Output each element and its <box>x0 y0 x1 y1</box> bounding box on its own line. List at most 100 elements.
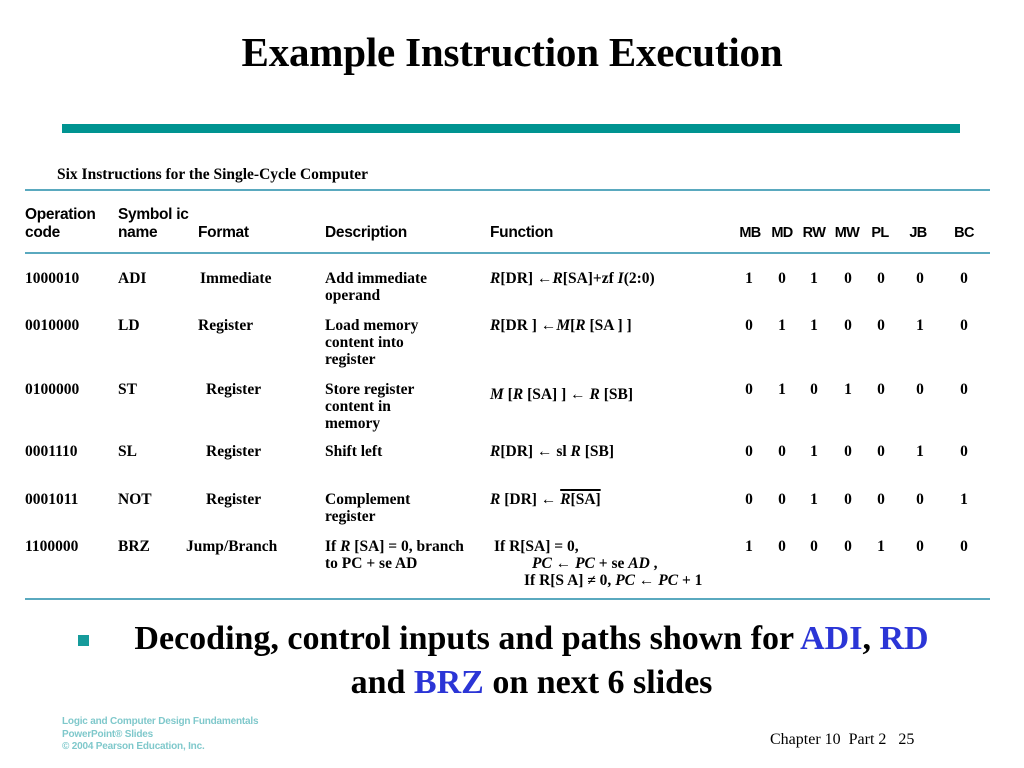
table-row: 0010000 <box>25 317 80 334</box>
table-row: ADI <box>118 270 147 287</box>
bullet-highlight-rd: RD <box>879 620 929 657</box>
footer-credit-line-1: Logic and Computer Design Fundamentals <box>62 716 259 727</box>
table-row: Register <box>206 381 262 398</box>
footer-credit-line-2: PowerPoint® Slides <box>62 728 154 740</box>
column-header-rw: RW <box>802 225 826 241</box>
table-cell-bit: 1 <box>745 270 753 287</box>
table-cell-bit: 0 <box>916 491 924 508</box>
table-cell-bit: 0 <box>844 491 852 508</box>
table-row: Shift left <box>325 443 383 460</box>
bullet-item-text: Decoding, control inputs and paths shown… <box>104 617 959 705</box>
footer-credit: Logic and Computer Design Fundamentals P… <box>62 716 259 754</box>
table-cell-bit: 0 <box>778 270 786 287</box>
bullet-text-part1: Decoding, control inputs and paths shown… <box>134 620 801 657</box>
table-cell-bit: 0 <box>778 491 786 508</box>
table-cell-bit: 0 <box>916 270 924 287</box>
table-cell-bit: 1 <box>778 381 786 398</box>
table-row-function: R[DR] ←R[SA]+zf I(2:0) <box>490 270 655 287</box>
table-cell-bit: 1 <box>844 381 852 398</box>
table-rule-bottom <box>25 598 990 600</box>
column-header-bc: BC <box>954 225 974 241</box>
table-row: NOT <box>118 491 152 508</box>
table-cell-bit: 0 <box>877 270 885 287</box>
column-header-function: Function <box>490 224 554 241</box>
table-cell-bit: 0 <box>877 491 885 508</box>
table-cell-bit: 0 <box>916 538 924 555</box>
table-row: 0001011 <box>25 491 79 508</box>
bullet-highlight-brz: BRZ <box>413 664 484 701</box>
table-cell-bit: 0 <box>745 381 753 398</box>
table-cell-bit: 0 <box>778 443 786 460</box>
table-cell-bit: 0 <box>877 443 885 460</box>
table-row: If R [SA] = 0, branch to PC + se AD <box>325 538 464 572</box>
table-row: Register <box>198 317 254 334</box>
table-row: Load memory content into register <box>325 317 419 368</box>
table-cell-bit: 0 <box>810 538 818 555</box>
table-cell-bit: 0 <box>844 443 852 460</box>
table-cell-bit: 1 <box>778 317 786 334</box>
table-row-function: R [DR] ← R[SA] <box>490 491 601 508</box>
table-row: ST <box>118 381 137 398</box>
table-rule-top <box>25 189 990 191</box>
column-header-pl: PL <box>871 225 889 241</box>
footer-chapter-label: Chapter 10 Part 2 25 <box>770 731 915 748</box>
table-cell-bit: 0 <box>877 381 885 398</box>
table-cell-bit: 0 <box>960 381 968 398</box>
table-row: Store register content in memory <box>325 381 415 432</box>
table-row-function: R[DR] ← sl R [SB] <box>490 443 615 460</box>
table-cell-bit: 1 <box>960 491 968 508</box>
table-cell-bit: 0 <box>916 381 924 398</box>
bullet-sep2: and <box>350 664 414 701</box>
bullet-square-icon <box>78 635 89 646</box>
table-row: SL <box>118 443 137 460</box>
table-cell-bit: 0 <box>745 443 753 460</box>
column-header-description: Description <box>325 224 407 241</box>
table-cell-bit: 1 <box>810 270 818 287</box>
table-cell-bit: 0 <box>745 491 753 508</box>
bullet-highlight-adi: ADI <box>800 620 863 657</box>
table-row: Immediate <box>200 270 272 287</box>
table-cell-bit: 0 <box>810 381 818 398</box>
column-header-mb: MB <box>739 225 761 241</box>
table-cell-bit: 0 <box>745 317 753 334</box>
table-cell-bit: 1 <box>745 538 753 555</box>
bullet-text-part2: on next 6 slides <box>483 664 713 701</box>
table-row: 1100000 <box>25 538 79 555</box>
table-row: LD <box>118 317 140 334</box>
table-cell-bit: 1 <box>810 491 818 508</box>
table-cell-bit: 1 <box>916 317 924 334</box>
table-row-function: M [R [SA] ] ← R [SB] <box>490 386 634 403</box>
table-row-function: R[DR ] ←M[R [SA ] ] <box>490 317 632 334</box>
table-row: 0001110 <box>25 443 78 460</box>
column-header-symbolic-name: Symbol ic name <box>118 206 189 241</box>
table-cell-bit: 1 <box>810 317 818 334</box>
column-header-jb: JB <box>909 225 927 241</box>
table-row: Complement register <box>325 491 411 525</box>
table-rule-header <box>25 252 990 254</box>
table-cell-bit: 0 <box>960 443 968 460</box>
table-cell-bit: 0 <box>960 538 968 555</box>
table-cell-bit: 0 <box>960 270 968 287</box>
table-row-function: If R[SA] = 0, PC ← PC + se AD , If R[S A] … <box>494 538 703 589</box>
table-cell-bit: 1 <box>916 443 924 460</box>
column-header-format: Format <box>198 224 249 241</box>
table-row: Add immediate operand <box>325 270 428 304</box>
table-cell-bit: 1 <box>877 538 885 555</box>
column-header-operation-code: Operation code <box>25 206 96 241</box>
table-cell-bit: 0 <box>877 317 885 334</box>
table-cell-bit: 0 <box>844 317 852 334</box>
table-row: Jump/Branch <box>186 538 278 555</box>
footer-credit-line-3: © 2004 Pearson Education, Inc. <box>62 741 205 752</box>
table-cell-bit: 0 <box>844 538 852 555</box>
table-cell-bit: 0 <box>844 270 852 287</box>
table-row: 0100000 <box>25 381 80 398</box>
table-cell-bit: 0 <box>960 317 968 334</box>
table-row: 1000010 <box>25 270 80 287</box>
column-header-md: MD <box>771 225 793 241</box>
bullet-sep1: , <box>862 620 880 657</box>
table-row: BRZ <box>118 538 150 555</box>
table-row: Register <box>206 443 262 460</box>
column-header-mw: MW <box>834 225 860 241</box>
table-row: Register <box>206 491 262 508</box>
table-cell-bit: 0 <box>778 538 786 555</box>
